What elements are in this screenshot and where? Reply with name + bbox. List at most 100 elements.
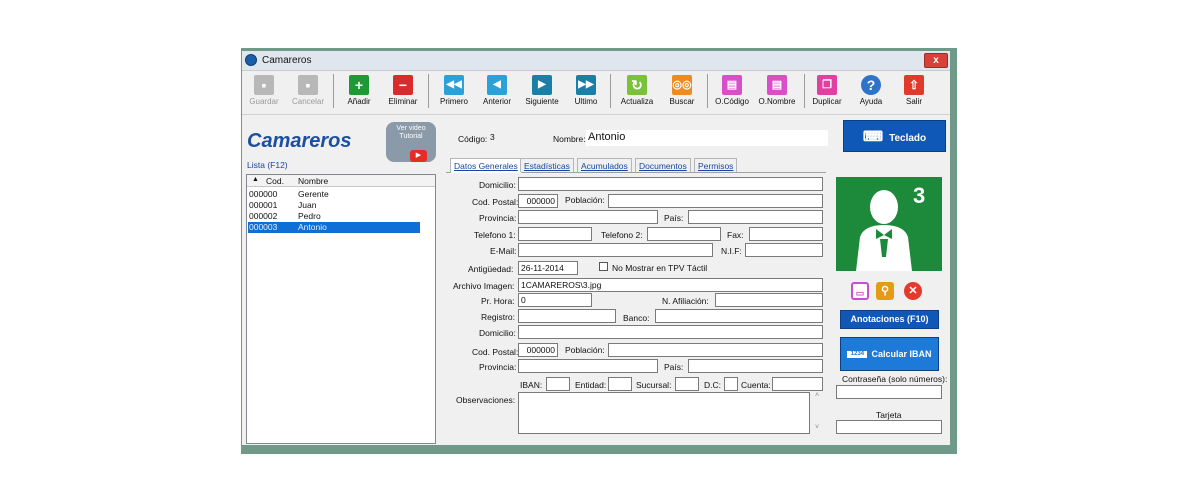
nif-field[interactable] <box>745 243 823 257</box>
save-icon: ▪ <box>254 75 274 95</box>
dc-label: D.C: <box>704 380 721 390</box>
previous-label: Anterior <box>482 97 511 106</box>
exit-button[interactable]: ⇧ Salir <box>899 74 929 112</box>
antiguedad-field[interactable]: 26-11-2014 <box>518 261 578 275</box>
keyboard-label: Teclado <box>889 133 927 144</box>
keyboard-button[interactable]: ⌨ Teclado <box>843 120 946 152</box>
calcular-iban-button[interactable]: 1234 Calcular IBAN <box>840 337 939 371</box>
close-window-button[interactable]: x <box>924 53 948 68</box>
anotaciones-button[interactable]: Anotaciones (F10) <box>840 310 939 329</box>
tab-documentos[interactable]: Documentos <box>635 158 691 172</box>
n-afiliacion-field[interactable] <box>715 293 823 307</box>
poblacion2-field[interactable] <box>608 343 823 357</box>
cuenta-label: Cuenta: <box>741 380 771 390</box>
list-item-selected[interactable]: 000003 Antonio <box>248 222 420 233</box>
telefono1-field[interactable] <box>518 227 592 241</box>
observaciones-label: Observaciones: <box>456 395 516 405</box>
cod-postal-field[interactable]: 000000 <box>518 194 558 208</box>
tarjeta-label: Tarjeta <box>876 410 902 420</box>
scroll-down-icon[interactable]: ˅ <box>815 424 819 431</box>
cod-postal-label: Cod. Postal: <box>472 197 519 207</box>
domicilio-field[interactable] <box>518 177 823 191</box>
pr-hora-field[interactable]: 0 <box>518 293 592 307</box>
contrasena-field[interactable] <box>836 385 942 399</box>
image-delete-icon[interactable]: ✕ <box>904 282 922 300</box>
archivo-imagen-field[interactable]: 1CAMAREROS\3.jpg <box>518 278 823 292</box>
banco-field[interactable] <box>655 309 823 323</box>
list-item[interactable]: 000000 Gerente <box>248 189 420 200</box>
next-button[interactable]: ▶ Siguiente <box>522 74 562 112</box>
minus-icon: − <box>393 75 413 95</box>
toolbar-separator <box>428 74 429 108</box>
order-name-icon: ▤ <box>767 75 787 95</box>
provincia-field[interactable] <box>518 210 658 224</box>
toolbar-separator <box>333 74 334 108</box>
telefono2-field[interactable] <box>647 227 721 241</box>
provincia-label: Provincia: <box>479 213 517 223</box>
order-code-icon: ▤ <box>722 75 742 95</box>
observaciones-field[interactable] <box>518 392 810 434</box>
binoculars-icon: ◎◎ <box>672 75 692 95</box>
image-search-icon[interactable]: ⚲ <box>876 282 894 300</box>
save-label: Guardar <box>249 97 279 106</box>
delete-label: Eliminar <box>388 97 418 106</box>
duplicate-button[interactable]: ❐ Duplicar <box>810 74 844 112</box>
tarjeta-field[interactable] <box>836 420 942 434</box>
registro-label: Registro: <box>481 312 516 322</box>
tab-datos-generales[interactable]: Datos Generales <box>450 158 522 173</box>
waiter-photo <box>836 177 942 271</box>
sucursal-label: Sucursal: <box>636 380 672 390</box>
list-item[interactable]: 000002 Pedro <box>248 211 420 222</box>
contrasena-label: Contraseña (solo números): <box>842 374 948 384</box>
image-folder-icon[interactable]: ▭ <box>851 282 869 300</box>
cod-postal2-field[interactable]: 000000 <box>518 343 558 357</box>
order-code-button[interactable]: ▤ O.Código <box>712 74 752 112</box>
sucursal-field[interactable] <box>675 377 699 391</box>
pais-field[interactable] <box>688 210 823 224</box>
pais2-field[interactable] <box>688 359 823 373</box>
list-item-cod: 000000 <box>249 189 278 199</box>
list-item[interactable]: 000001 Juan <box>248 200 420 211</box>
list-item-cod: 000002 <box>249 211 278 221</box>
iban-field[interactable] <box>546 377 570 391</box>
nombre-field[interactable]: Antonio <box>586 130 828 146</box>
tab-acumulados[interactable]: Acumulados <box>577 158 632 172</box>
domicilio2-field[interactable] <box>518 325 823 339</box>
provincia2-field[interactable] <box>518 359 658 373</box>
order-name-button[interactable]: ▤ O.Nombre <box>756 74 798 112</box>
previous-icon: ◀ <box>487 75 507 95</box>
poblacion2-label: Población: <box>565 345 605 355</box>
no-mostrar-label: No Mostrar en TPV Táctil <box>612 263 708 273</box>
tab-estadisticas[interactable]: Estadísticas <box>520 158 574 172</box>
page-title: Camareros <box>247 130 352 152</box>
poblacion-field[interactable] <box>608 194 823 208</box>
column-nombre[interactable]: Nombre <box>298 176 328 186</box>
youtube-icon[interactable]: ▶ <box>410 150 427 162</box>
previous-button[interactable]: ◀ Anterior <box>479 74 515 112</box>
refresh-button[interactable]: ↻ Actualiza <box>617 74 657 112</box>
toolbar-separator <box>804 74 805 108</box>
search-button[interactable]: ◎◎ Buscar <box>664 74 700 112</box>
entidad-field[interactable] <box>608 377 632 391</box>
tab-permisos[interactable]: Permisos <box>694 158 738 172</box>
codigo-field[interactable]: 3 <box>488 131 538 145</box>
column-cod[interactable]: Cod. <box>266 176 284 186</box>
no-mostrar-checkbox[interactable] <box>599 262 608 271</box>
add-button[interactable]: + Añadir <box>342 74 376 112</box>
help-button[interactable]: ? Ayuda <box>855 74 887 112</box>
sort-asc-icon[interactable]: ▲ <box>252 176 259 183</box>
delete-button[interactable]: − Eliminar <box>384 74 422 112</box>
first-button[interactable]: ◀◀ Primero <box>436 74 472 112</box>
fax-field[interactable] <box>749 227 823 241</box>
scroll-up-icon[interactable]: ˄ <box>815 392 819 399</box>
cancel-button[interactable]: ▪ Cancelar <box>289 74 327 112</box>
dc-field[interactable] <box>724 377 738 391</box>
save-button[interactable]: ▪ Guardar <box>246 74 282 112</box>
first-label: Primero <box>439 97 468 106</box>
registro-field[interactable] <box>518 309 616 323</box>
exit-label: Salir <box>905 97 922 106</box>
order-code-label: O.Código <box>715 97 749 106</box>
email-field[interactable] <box>518 243 713 257</box>
cuenta-field[interactable] <box>772 377 823 391</box>
last-button[interactable]: ▶▶ Ultimo <box>570 74 602 112</box>
